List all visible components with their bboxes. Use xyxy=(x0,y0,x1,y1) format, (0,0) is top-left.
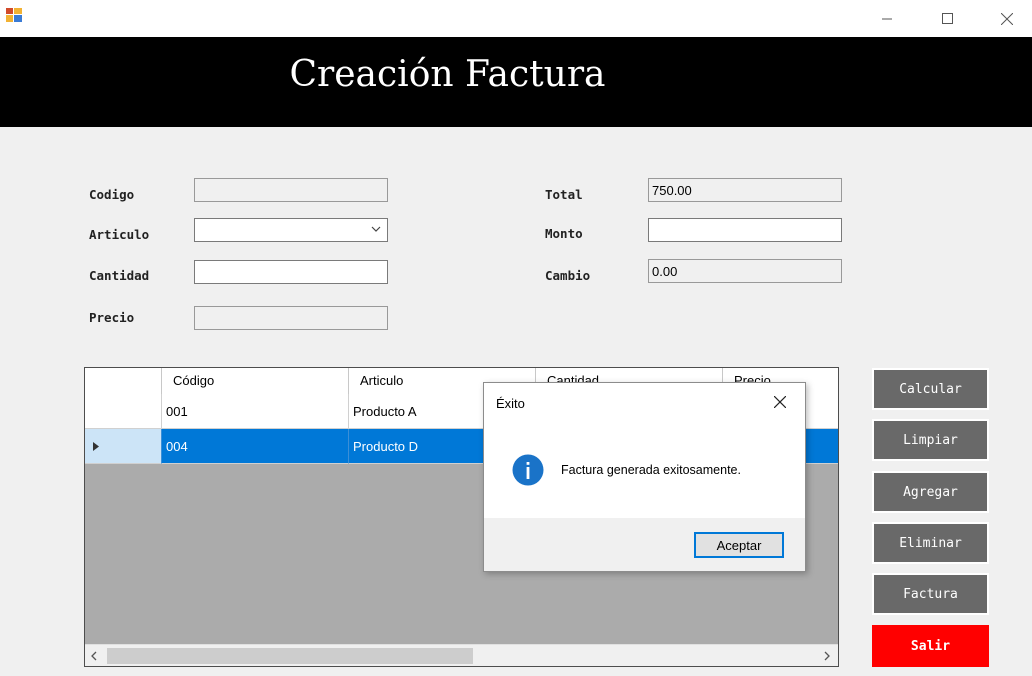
total-label: Total xyxy=(545,187,583,202)
cantidad-field[interactable] xyxy=(194,260,388,284)
grid-column-codigo[interactable]: Código xyxy=(162,368,349,394)
limpiar-button[interactable]: Limpiar xyxy=(872,419,989,461)
articulo-dropdown[interactable] xyxy=(194,218,388,242)
factura-button[interactable]: Factura xyxy=(872,573,989,615)
total-field[interactable] xyxy=(648,178,842,202)
aceptar-button[interactable]: Aceptar xyxy=(694,532,784,558)
close-button[interactable] xyxy=(984,0,1030,37)
dialog-footer: Aceptar xyxy=(484,518,805,571)
minimize-icon xyxy=(882,18,892,19)
precio-label: Precio xyxy=(89,310,135,325)
cambio-label: Cambio xyxy=(545,268,591,283)
salir-button[interactable]: Salir xyxy=(872,625,989,667)
chevron-down-icon xyxy=(371,226,381,232)
scrollbar-thumb[interactable] xyxy=(107,648,473,664)
agregar-button[interactable]: Agregar xyxy=(872,471,989,513)
precio-field[interactable] xyxy=(194,306,388,330)
cantidad-label: Cantidad xyxy=(89,268,150,283)
maximize-icon xyxy=(941,13,953,24)
grid-horizontal-scrollbar[interactable] xyxy=(85,644,838,666)
row-header[interactable] xyxy=(85,394,162,429)
monto-label: Monto xyxy=(545,226,583,241)
cell-codigo[interactable]: 001 xyxy=(162,394,349,429)
header-banner: Creación Factura xyxy=(0,37,1032,127)
app-icon xyxy=(6,8,22,22)
maximize-button[interactable] xyxy=(924,0,970,37)
minimize-button[interactable] xyxy=(864,0,910,37)
articulo-label: Articulo xyxy=(89,227,150,242)
dialog-message: Factura generada exitosamente. xyxy=(561,463,741,477)
calcular-button[interactable]: Calcular xyxy=(872,368,989,410)
dialog-title: Éxito xyxy=(496,396,525,411)
close-icon xyxy=(774,396,786,408)
close-icon xyxy=(1001,12,1013,25)
codigo-label: Codigo xyxy=(89,187,135,202)
cambio-field[interactable] xyxy=(648,259,842,283)
monto-field[interactable] xyxy=(648,218,842,242)
row-header[interactable] xyxy=(85,429,162,464)
info-icon xyxy=(512,454,544,486)
page-title: Creación Factura xyxy=(289,54,606,95)
grid-corner-header xyxy=(85,368,162,394)
dialog-close-button[interactable] xyxy=(767,391,793,413)
window-titlebar xyxy=(0,0,1032,37)
row-pointer-icon xyxy=(93,442,99,451)
success-dialog: Éxito Factura generada exitosamente. Ace… xyxy=(483,382,806,572)
scroll-left-icon[interactable] xyxy=(91,651,97,661)
eliminar-button[interactable]: Eliminar xyxy=(872,522,989,564)
cell-codigo[interactable]: 004 xyxy=(162,429,349,464)
codigo-field[interactable] xyxy=(194,178,388,202)
scroll-right-icon[interactable] xyxy=(824,651,830,661)
